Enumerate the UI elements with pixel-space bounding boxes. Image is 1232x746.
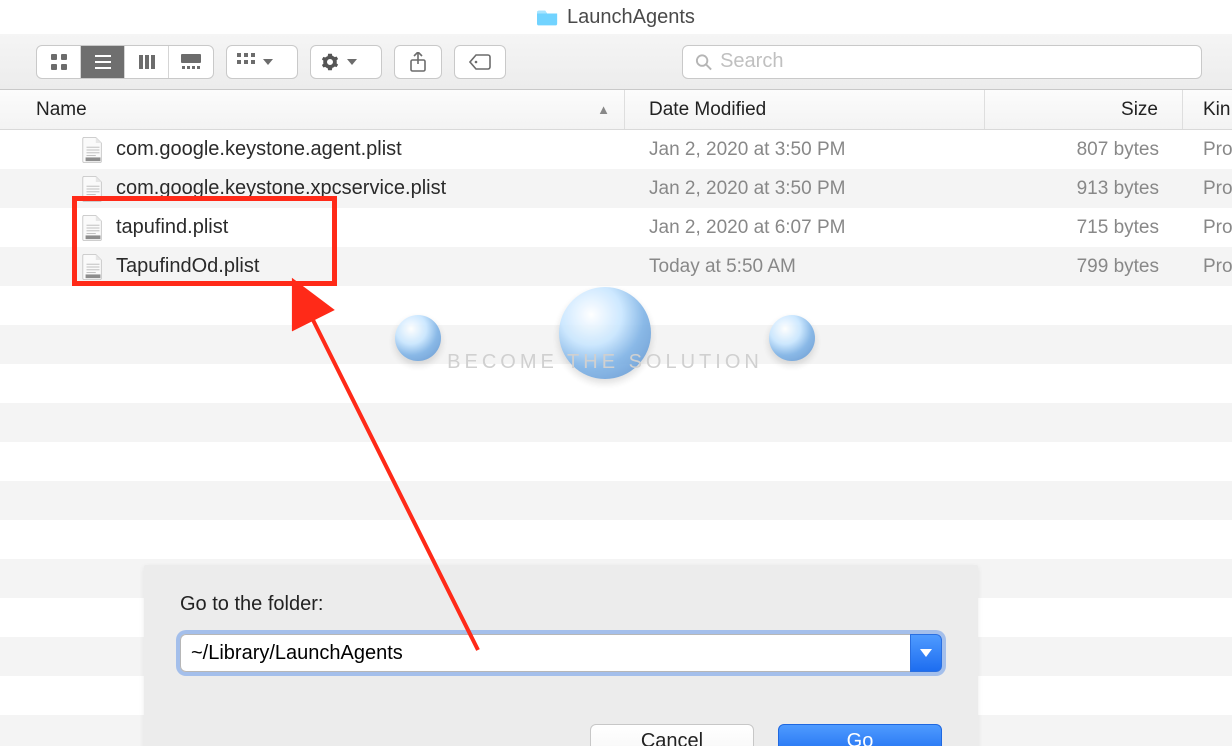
file-size: 807 bytes <box>1077 139 1159 160</box>
window-title: LaunchAgents <box>567 6 695 29</box>
go-to-folder-dropdown-button[interactable] <box>910 634 942 672</box>
file-size: 715 bytes <box>1077 217 1159 238</box>
watermark: BECOME THE SOLUTION <box>395 315 815 375</box>
action-dropdown[interactable] <box>311 46 367 78</box>
plist-file-icon <box>82 176 104 202</box>
go-button[interactable]: Go <box>778 724 942 746</box>
action-button[interactable] <box>310 45 382 79</box>
finder-toolbar <box>0 34 1232 90</box>
column-header-size-label: Size <box>1121 99 1158 121</box>
file-size: 913 bytes <box>1077 178 1159 199</box>
chevron-down-icon <box>920 649 932 657</box>
icon-view-button[interactable] <box>37 46 81 78</box>
go-to-folder-input[interactable] <box>180 634 910 672</box>
plist-file-icon <box>82 137 104 163</box>
table-row[interactable]: TapufindOd.plist Today at 5:50 AM 799 byte… <box>0 247 1232 286</box>
file-kind: Pro <box>1203 217 1232 238</box>
tags-button[interactable] <box>454 45 506 79</box>
share-button[interactable] <box>394 45 442 79</box>
column-header-size[interactable]: Size <box>985 90 1183 129</box>
file-kind: Pro <box>1203 256 1232 277</box>
column-header-name[interactable]: Name ▲ <box>0 90 625 129</box>
plist-file-icon <box>82 254 104 280</box>
column-header-date-label: Date Modified <box>649 99 766 121</box>
file-name: TapufindOd.plist <box>116 255 259 278</box>
go-to-folder-sheet: Go to the folder: Cancel Go <box>144 565 978 746</box>
file-name: com.google.keystone.xpcservice.plist <box>116 177 446 200</box>
file-date: Jan 2, 2020 at 3:50 PM <box>649 178 845 199</box>
file-date: Today at 5:50 AM <box>649 256 796 277</box>
view-mode-segmented[interactable] <box>36 45 214 79</box>
folder-icon <box>537 8 559 26</box>
list-view-button[interactable] <box>81 46 125 78</box>
window-titlebar: LaunchAgents <box>0 0 1232 34</box>
table-row[interactable]: com.google.keystone.agent.plist Jan 2, 20… <box>0 130 1232 169</box>
go-to-folder-prompt: Go to the folder: <box>180 593 942 616</box>
column-header-name-label: Name <box>36 99 87 121</box>
arrange-dropdown[interactable] <box>227 46 283 78</box>
sort-ascending-icon: ▲ <box>597 102 610 117</box>
column-view-button[interactable] <box>125 46 169 78</box>
file-size: 799 bytes <box>1077 256 1159 277</box>
file-kind: Pro <box>1203 139 1232 160</box>
plist-file-icon <box>82 215 104 241</box>
watermark-text: BECOME THE SOLUTION <box>395 351 815 374</box>
file-list[interactable]: com.google.keystone.agent.plist Jan 2, 20… <box>0 130 1232 746</box>
file-date: Jan 2, 2020 at 3:50 PM <box>649 139 845 160</box>
column-header-kind[interactable]: Kin <box>1183 90 1232 129</box>
file-date: Jan 2, 2020 at 6:07 PM <box>649 217 845 238</box>
file-kind: Pro <box>1203 178 1232 199</box>
file-name: com.google.keystone.agent.plist <box>116 138 402 161</box>
sphere-icon <box>559 287 651 379</box>
arrange-button[interactable] <box>226 45 298 79</box>
column-header-date[interactable]: Date Modified <box>625 90 985 129</box>
file-name: tapufind.plist <box>116 216 228 239</box>
search-field-wrap[interactable] <box>682 45 1202 79</box>
go-to-folder-combo[interactable] <box>180 634 942 672</box>
sphere-icon <box>395 315 441 361</box>
column-header-kind-label: Kin <box>1203 99 1230 121</box>
search-icon <box>695 53 712 71</box>
cancel-button[interactable]: Cancel <box>590 724 754 746</box>
search-input[interactable] <box>720 50 1189 73</box>
table-row[interactable]: com.google.keystone.xpcservice.plist Jan … <box>0 169 1232 208</box>
column-header-row: Name ▲ Date Modified Size Kin <box>0 90 1232 130</box>
gallery-view-button[interactable] <box>169 46 213 78</box>
sphere-icon <box>769 315 815 361</box>
table-row[interactable]: tapufind.plist Jan 2, 2020 at 6:07 PM 715 … <box>0 208 1232 247</box>
